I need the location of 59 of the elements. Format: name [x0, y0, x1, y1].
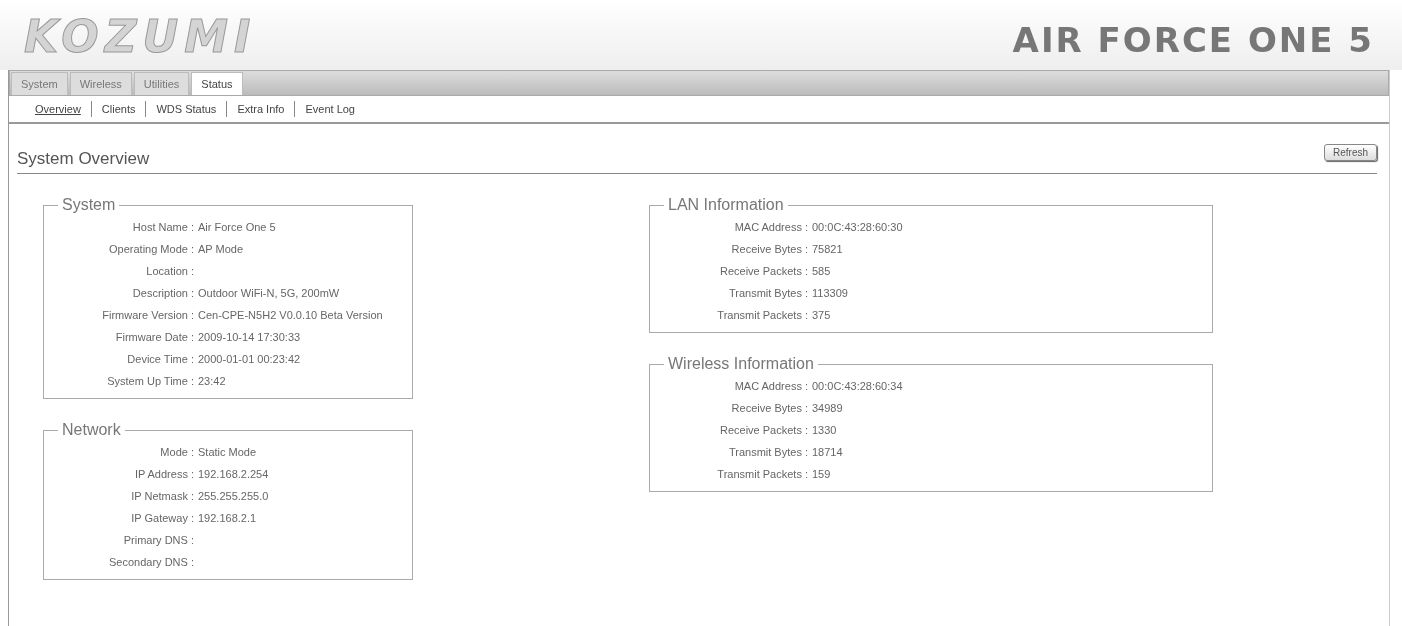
brand-logo: KOZUMI [24, 11, 257, 62]
field-label: Mode : [159, 446, 194, 458]
field-value: Static Mode [197, 446, 257, 458]
field-value: 00:0C:43:28:60:30 [811, 221, 903, 233]
field-label: Transmit Packets : [716, 468, 808, 480]
field-value: Air Force One 5 [197, 221, 276, 233]
field-label: MAC Address : [733, 380, 808, 392]
field-value: AP Mode [197, 243, 244, 255]
field-value: 375 [811, 309, 831, 321]
field-label: Receive Bytes : [730, 402, 808, 414]
panel-title: Network [61, 421, 122, 439]
product-name: AIR FORCE ONE 5 [1012, 20, 1374, 60]
field-label: Firmware Version : [101, 309, 194, 321]
subnav-link[interactable]: Overview [25, 103, 91, 115]
field-value: 1330 [811, 424, 837, 436]
subnav-link[interactable]: Clients [91, 103, 146, 115]
panel-title: System [61, 196, 117, 214]
field-value: 2009-10-14 17:30:33 [197, 331, 301, 343]
field-value: 34989 [811, 402, 843, 414]
field-value: Cen-CPE-N5H2 V0.0.10 Beta Version [197, 309, 383, 321]
panel-title: LAN Information [667, 196, 785, 214]
field-label: Location : [145, 265, 194, 277]
nav-tab[interactable]: Status [191, 72, 243, 95]
field-label: Transmit Packets : [716, 309, 808, 321]
field-label: Operating Mode : [108, 243, 194, 255]
field-label: Receive Packets : [718, 424, 808, 436]
field-label: MAC Address : [733, 221, 808, 233]
field-value: 18714 [811, 446, 843, 458]
subnav-link[interactable]: Event Log [295, 103, 365, 115]
field-label: Host Name : [131, 221, 194, 233]
field-label: Receive Bytes : [730, 243, 808, 255]
field-value: 00:0C:43:28:60:34 [811, 380, 903, 392]
field-label: Device Time : [126, 353, 194, 365]
field-label: Transmit Bytes : [727, 446, 808, 458]
field-value: 585 [811, 265, 831, 277]
panel-title: Wireless Information [667, 355, 815, 373]
field-value: 159 [811, 468, 831, 480]
field-value: 75821 [811, 243, 843, 255]
field-label: IP Netmask : [130, 490, 194, 502]
field-value: Outdoor WiFi-N, 5G, 200mW [197, 287, 340, 299]
page-title: System Overview [17, 149, 150, 169]
field-value: 23:42 [197, 375, 226, 387]
field-label: Secondary DNS : [108, 556, 194, 568]
field-label: Transmit Bytes : [727, 287, 808, 299]
field-value: 255.255.255.0 [197, 490, 269, 502]
field-label: Primary DNS : [122, 534, 194, 546]
field-label: IP Address : [133, 468, 194, 480]
field-value: 192.168.2.254 [197, 468, 269, 480]
subnav-link[interactable]: WDS Status [146, 103, 227, 115]
refresh-button[interactable]: Refresh [1324, 144, 1377, 161]
field-value: 113309 [811, 287, 848, 299]
field-label: Receive Packets : [718, 265, 808, 277]
field-label: System Up Time : [106, 375, 194, 387]
field-label: Firmware Date : [114, 331, 194, 343]
field-value: 192.168.2.1 [197, 512, 257, 524]
field-value: 2000-01-01 00:23:42 [197, 353, 301, 365]
subnav-link[interactable]: Extra Info [227, 103, 295, 115]
field-label: Description : [131, 287, 194, 299]
field-label: IP Gateway : [130, 512, 194, 524]
